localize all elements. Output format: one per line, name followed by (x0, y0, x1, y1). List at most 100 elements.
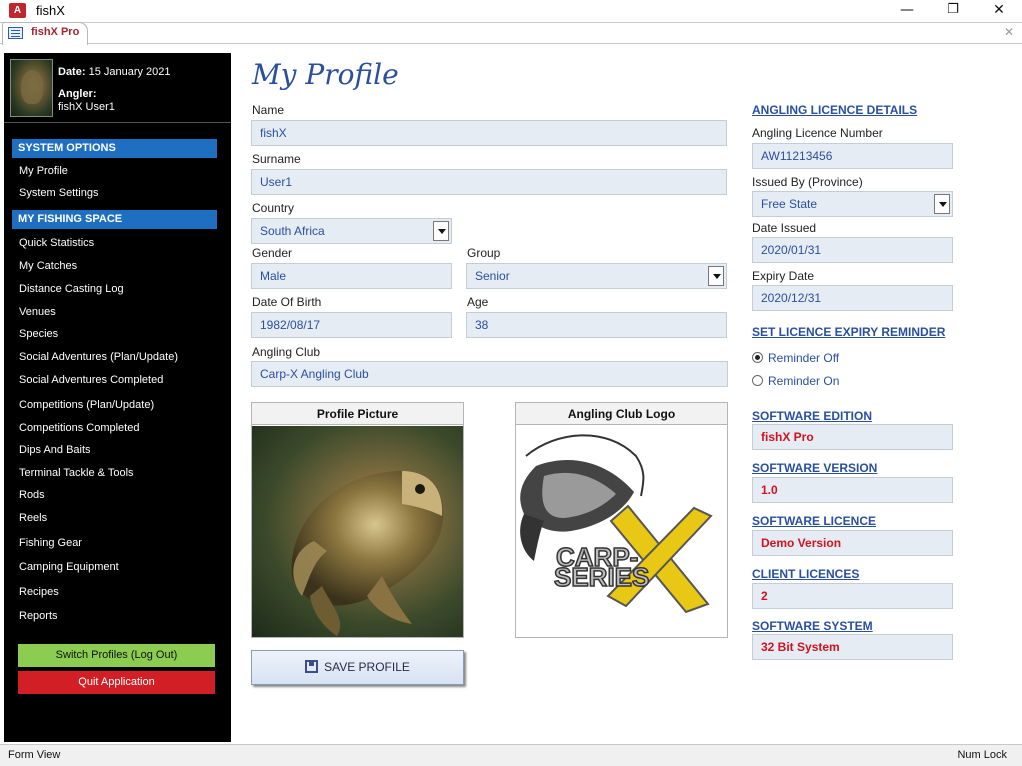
reminder-off-radio[interactable]: Reminder Off (752, 351, 839, 365)
sidebar: Date: 15 January 2021 Angler: fishX User… (4, 53, 231, 742)
document-tab-strip: fishX Pro ✕ (0, 22, 1022, 45)
software-edition-value: fishX Pro (752, 424, 953, 450)
sidebar-item-social-adventures-plan[interactable]: Social Adventures (Plan/Update) (19, 351, 178, 363)
licence-number-field[interactable]: AW11213456 (752, 143, 953, 169)
sidebar-item-rods[interactable]: Rods (19, 489, 45, 501)
radio-empty-icon (752, 375, 763, 386)
group-value: Senior (475, 269, 510, 283)
save-profile-button[interactable]: SAVE PROFILE (251, 650, 464, 685)
save-disk-icon (305, 660, 319, 673)
page-title: My Profile (252, 58, 399, 91)
close-tab-icon[interactable]: ✕ (1004, 25, 1014, 39)
gender-field[interactable]: Male (251, 263, 452, 289)
chevron-down-icon[interactable] (708, 266, 724, 286)
issued-by-label: Issued By (Province) (752, 175, 863, 189)
status-num-lock: Num Lock (957, 749, 1007, 761)
client-licences-value: 2 (752, 583, 953, 609)
carp-photo-icon (291, 471, 444, 636)
issued-by-select[interactable]: Free State (752, 191, 953, 217)
carp-series-logo-icon: CARP- SERIES (520, 434, 713, 614)
reminder-on-radio[interactable]: Reminder On (752, 374, 839, 388)
access-app-icon: A (9, 3, 26, 18)
sidebar-item-venues[interactable]: Venues (19, 306, 56, 318)
angling-club-label: Angling Club (252, 345, 321, 359)
section-my-fishing-space: MY FISHING SPACE (12, 210, 217, 229)
status-form-view: Form View (8, 749, 61, 761)
quit-application-button[interactable]: Quit Application (18, 671, 215, 694)
sidebar-item-dips-and-baits[interactable]: Dips And Baits (19, 444, 91, 456)
sidebar-item-social-adventures-completed[interactable]: Social Adventures Completed (19, 374, 163, 386)
licence-number-label: Angling Licence Number (752, 126, 883, 140)
radio-selected-icon (752, 352, 763, 363)
profile-picture-frame[interactable]: Profile Picture (251, 402, 464, 638)
sidebar-item-system-settings[interactable]: System Settings (19, 187, 98, 199)
country-value: South Africa (260, 224, 325, 238)
sidebar-item-my-catches[interactable]: My Catches (19, 260, 77, 272)
sidebar-item-camping-equipment[interactable]: Camping Equipment (19, 561, 119, 573)
angling-club-field[interactable]: Carp-X Angling Club (251, 361, 728, 387)
date-issued-label: Date Issued (752, 221, 817, 235)
software-system-heading: SOFTWARE SYSTEM (752, 619, 873, 633)
sidebar-item-competitions-plan[interactable]: Competitions (Plan/Update) (19, 399, 154, 411)
close-window-button[interactable]: ✕ (976, 0, 1022, 22)
sidebar-item-species[interactable]: Species (19, 328, 58, 340)
avatar (10, 59, 53, 117)
restore-button[interactable]: ❐ (930, 0, 976, 22)
age-field[interactable]: 38 (466, 312, 727, 338)
minimize-button[interactable]: — (884, 0, 930, 22)
group-label: Group (467, 246, 501, 260)
title-bar: A fishX — ❐ ✕ (0, 0, 1022, 22)
software-licence-heading: SOFTWARE LICENCE (752, 514, 877, 528)
sidebar-item-quick-statistics[interactable]: Quick Statistics (19, 237, 94, 249)
sidebar-item-fishing-gear[interactable]: Fishing Gear (19, 537, 82, 549)
group-select[interactable]: Senior (466, 263, 727, 289)
club-logo-frame[interactable]: Angling Club Logo CARP- SERIES (515, 402, 728, 638)
reminder-heading: SET LICENCE EXPIRY REMINDER (752, 325, 946, 339)
software-system-value: 32 Bit System (752, 634, 953, 660)
expiry-date-field[interactable]: 2020/12/31 (752, 285, 953, 311)
switch-profiles-button[interactable]: Switch Profiles (Log Out) (18, 644, 215, 667)
software-version-heading: SOFTWARE VERSION (752, 461, 878, 475)
sidebar-item-reels[interactable]: Reels (19, 512, 47, 524)
name-field[interactable]: fishX (251, 120, 727, 146)
sidebar-item-reports[interactable]: Reports (19, 610, 58, 622)
expiry-date-label: Expiry Date (752, 269, 815, 283)
sidebar-item-my-profile[interactable]: My Profile (19, 165, 68, 177)
country-label: Country (252, 201, 295, 215)
sidebar-item-competitions-completed[interactable]: Competitions Completed (19, 422, 139, 434)
reminder-off-label: Reminder Off (768, 351, 840, 365)
gender-label: Gender (252, 246, 293, 260)
date-issued-field[interactable]: 2020/01/31 (752, 237, 953, 263)
country-select[interactable]: South Africa (251, 218, 452, 244)
software-version-value: 1.0 (752, 477, 953, 503)
user-info-panel: Date: 15 January 2021 Angler: fishX User… (4, 53, 231, 123)
angler-name: fishX User1 (58, 101, 115, 113)
sidebar-item-recipes[interactable]: Recipes (19, 586, 59, 598)
sidebar-item-terminal-tackle[interactable]: Terminal Tackle & Tools (19, 467, 134, 479)
dob-field[interactable]: 1982/08/17 (251, 312, 452, 338)
chevron-down-icon[interactable] (433, 221, 449, 241)
current-date: Date: 15 January 2021 (58, 66, 171, 78)
age-label: Age (467, 295, 489, 309)
tab-label: fishX Pro (31, 26, 80, 38)
club-logo: CARP- SERIES (516, 426, 727, 637)
software-licence-value: Demo Version (752, 530, 953, 556)
tab-fishx-pro[interactable]: fishX Pro (2, 22, 88, 45)
profile-picture (252, 426, 463, 637)
surname-field[interactable]: User1 (251, 169, 727, 195)
window-title: fishX (36, 3, 65, 18)
surname-label: Surname (252, 152, 301, 166)
software-edition-heading: SOFTWARE EDITION (752, 409, 872, 423)
reminder-on-label: Reminder On (768, 374, 840, 388)
status-bar: Form View Num Lock (0, 744, 1022, 766)
issued-by-value: Free State (761, 197, 818, 211)
sidebar-item-distance-casting-log[interactable]: Distance Casting Log (19, 283, 124, 295)
chevron-down-icon[interactable] (934, 194, 950, 214)
club-logo-caption: Angling Club Logo (516, 403, 727, 425)
name-label: Name (252, 103, 285, 117)
licence-heading: ANGLING LICENCE DETAILS (752, 103, 918, 117)
logo-text-series: SERIES (554, 562, 649, 592)
app-window: A fishX — ❐ ✕ fishX Pro ✕ Date: 15 Janua… (0, 0, 1022, 766)
client-licences-heading: CLIENT LICENCES (752, 567, 860, 581)
profile-picture-caption: Profile Picture (252, 403, 463, 425)
